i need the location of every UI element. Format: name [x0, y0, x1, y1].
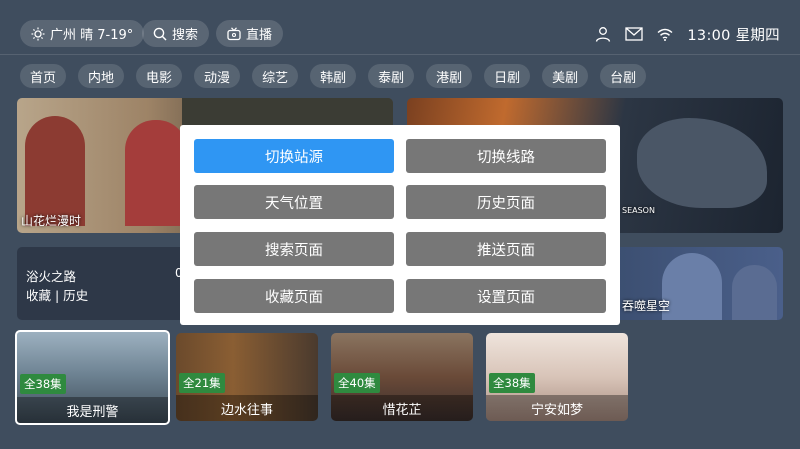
episode-badge: 全21集: [179, 373, 225, 393]
history-title: 浴火之路: [26, 269, 77, 284]
tab-thai[interactable]: 泰剧: [368, 64, 415, 88]
search-page-button[interactable]: 搜索页面: [194, 232, 394, 266]
tab-korean[interactable]: 韩剧: [310, 64, 357, 88]
favorites-page-button[interactable]: 收藏页面: [194, 279, 394, 313]
poster-image: [25, 116, 85, 226]
weather-pill[interactable]: 广州 晴 7-19°: [20, 20, 145, 47]
poster-title: 边水往事: [176, 395, 318, 421]
tab-american[interactable]: 美剧: [542, 64, 589, 88]
tab-anime[interactable]: 动漫: [194, 64, 241, 88]
poster-title: 宁安如梦: [486, 395, 628, 421]
header-divider: [0, 54, 800, 55]
weather-text: 广州 晴 7-19°: [50, 28, 134, 43]
live-button[interactable]: 直播: [216, 20, 284, 47]
history-links[interactable]: 收藏 | 历史: [26, 285, 88, 304]
episode-badge: 全38集: [489, 373, 535, 393]
switch-line-button[interactable]: 切换线路: [406, 139, 606, 173]
settings-page-button[interactable]: 设置页面: [406, 279, 606, 313]
card-title: 山花烂漫时: [21, 214, 82, 228]
status-area: 13:00 星期四: [595, 22, 780, 46]
sun-icon: [31, 27, 45, 40]
tab-home[interactable]: 首页: [20, 64, 67, 88]
poster-image: [125, 120, 187, 226]
poster-card[interactable]: 全38集 我是刑警: [15, 330, 170, 425]
clock: 13:00 星期四: [687, 27, 780, 44]
tab-hongkong[interactable]: 港剧: [426, 64, 473, 88]
episode-badge: 全38集: [20, 374, 66, 394]
push-page-button[interactable]: 推送页面: [406, 232, 606, 266]
poster-card[interactable]: 全40集 惜花芷: [331, 333, 473, 421]
search-icon: [153, 27, 167, 41]
tv-icon: [227, 26, 241, 40]
tab-taiwan[interactable]: 台剧: [600, 64, 647, 88]
card-title: SEASON: [622, 206, 655, 215]
mail-icon[interactable]: [625, 27, 644, 41]
tab-japanese[interactable]: 日剧: [484, 64, 531, 88]
poster-card[interactable]: 全38集 宁安如梦: [486, 333, 628, 421]
search-label: 搜索: [172, 28, 199, 43]
poster-title: 我是刑警: [17, 397, 168, 423]
history-page-button[interactable]: 历史页面: [406, 185, 606, 219]
episode-badge: 全40集: [334, 373, 380, 393]
poster-image: [637, 118, 767, 208]
weather-location-button[interactable]: 天气位置: [194, 185, 394, 219]
tab-movie[interactable]: 电影: [136, 64, 183, 88]
wifi-icon: [657, 28, 673, 41]
quick-menu-dialog: 切换站源 切换线路 天气位置 历史页面 搜索页面 推送页面 收藏页面 设置页面: [180, 125, 620, 325]
poster-image: [732, 265, 777, 320]
switch-source-button[interactable]: 切换站源: [194, 139, 394, 173]
tab-variety[interactable]: 综艺: [252, 64, 299, 88]
user-icon[interactable]: [595, 26, 611, 42]
live-label: 直播: [246, 28, 273, 43]
poster-card[interactable]: 全21集 边水往事: [176, 333, 318, 421]
search-button[interactable]: 搜索: [142, 20, 210, 47]
category-tabs: 首页 内地 电影 动漫 综艺 韩剧 泰剧 港剧 日剧 美剧 台剧: [20, 64, 647, 88]
poster-image: [662, 253, 722, 320]
card-title: 吞噬星空: [622, 299, 671, 313]
tab-mainland[interactable]: 内地: [78, 64, 125, 88]
poster-title: 惜花芷: [331, 395, 473, 421]
